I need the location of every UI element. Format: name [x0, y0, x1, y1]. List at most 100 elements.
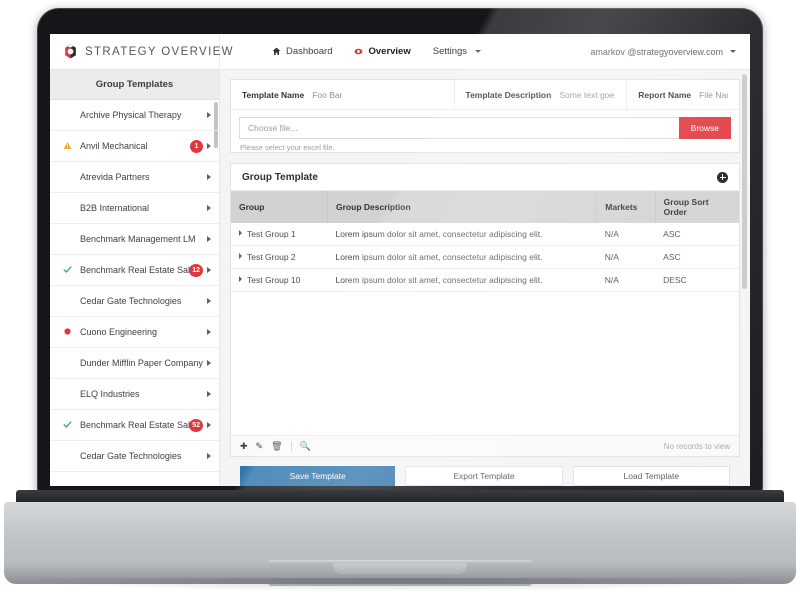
app-body: Group Templates Archive Physical Therapy…: [50, 70, 750, 486]
main-nav: Dashboard Overview Settings: [220, 46, 590, 57]
panel-header: Group Template: [231, 164, 739, 191]
panel-footer-toolbar: ✚ ✎ 🗑 🔍 No records to view: [231, 435, 739, 456]
strategy-overview-app: STRATEGY OVERVIEW Dashboard Overview Set…: [50, 34, 750, 486]
chevron-right-icon: [207, 391, 211, 397]
sidebar-item-label: Benchmark Real Estate Sales: [80, 420, 200, 430]
choose-file-input[interactable]: Choose file...: [239, 117, 679, 139]
column-header[interactable]: Group Description: [327, 191, 598, 223]
template-meta-card: Template Name Foo Bar Template Descripti…: [230, 79, 740, 153]
sidebar-item-label: ELQ Industries: [80, 389, 140, 399]
save-template-button[interactable]: Save Template: [240, 466, 396, 486]
delete-icon[interactable]: 🗑: [271, 441, 282, 451]
sidebar-item-label: Cedar Gate Technologies: [80, 296, 182, 306]
brand-logo[interactable]: STRATEGY OVERVIEW: [50, 34, 232, 69]
cell-group: Test Group 2: [231, 245, 328, 269]
sidebar-item[interactable]: Cedar Gate Technologies: [50, 441, 219, 472]
dot-icon: [354, 47, 363, 56]
cell-markets: N/A: [596, 268, 656, 292]
group-name: Test Group 1: [247, 229, 296, 239]
table-row[interactable]: Test Group 2 Lorem ipsum dolor sit amet, …: [231, 245, 739, 269]
hexagon-ring-logo-icon: [63, 44, 78, 59]
main-scrollbar[interactable]: [742, 74, 747, 289]
table-row[interactable]: Test Group 1 Lorem ipsum dolor sit amet, …: [231, 223, 739, 246]
field-value: Foo Bar: [312, 89, 343, 100]
field-label: Report Name: [638, 89, 692, 100]
cell-description: Lorem ipsum dolor sit amet, consectetur …: [327, 245, 597, 269]
home-icon: [272, 47, 281, 56]
laptop-front-notch: [333, 563, 467, 574]
nav-item-dashboard[interactable]: Dashboard: [272, 46, 332, 57]
expand-row-icon[interactable]: [239, 253, 242, 259]
chevron-right-icon: [207, 453, 211, 459]
cell-markets: N/A: [596, 223, 656, 246]
file-hint-text: Please select your excel file.: [240, 143, 335, 152]
chevron-right-icon: [207, 112, 211, 118]
field-report-name[interactable]: Report Name File Name: [627, 80, 739, 109]
table-row[interactable]: Test Group 10 Lorem ipsum dolor sit amet,…: [231, 268, 739, 292]
edit-icon[interactable]: ✎: [256, 441, 264, 451]
sidebar-item[interactable]: Benchmark Real Estate Sales 52: [50, 410, 219, 441]
main-inner: Template Name Foo Bar Template Descripti…: [220, 70, 750, 486]
sidebar-item[interactable]: Anvil Mechanical 1: [50, 131, 219, 162]
sidebar-header: Group Templates: [50, 70, 219, 100]
action-button-row: Save Template Export Template Load Templat…: [230, 457, 740, 486]
column-header[interactable]: Markets: [596, 191, 656, 223]
chevron-right-icon: [207, 360, 211, 366]
chevron-right-icon: [207, 329, 211, 335]
table-body[interactable]: Test Group 1 Lorem ipsum dolor sit amet, …: [231, 223, 739, 292]
sidebar-item-list[interactable]: Archive Physical Therapy Anvil Mechanical…: [50, 100, 219, 486]
cell-description: Lorem ipsum dolor sit amet, consectetur …: [327, 223, 597, 246]
browse-button[interactable]: Browse: [678, 117, 731, 139]
sidebar-item[interactable]: Archive Physical Therapy: [50, 100, 219, 131]
cell-group: Test Group 1: [231, 223, 328, 246]
expand-row-icon[interactable]: [239, 230, 242, 236]
sidebar-item-label: Dunder Mifflin Paper Company: [80, 358, 203, 368]
sidebar-item[interactable]: Dunder Mifflin Paper Company: [50, 348, 219, 379]
sidebar-item[interactable]: ELQ Industries: [50, 379, 219, 410]
field-template-description[interactable]: Template Description Some text goes up: [455, 80, 628, 109]
chevron-right-icon: [207, 174, 211, 180]
toolbar-divider: [290, 441, 292, 451]
table-header-row: Group Group Description Markets Group Sort …: [231, 191, 739, 223]
laptop-shadow: [0, 578, 800, 592]
nav-item-overview[interactable]: Overview: [354, 46, 411, 57]
sidebar-item[interactable]: B2B International: [50, 193, 219, 224]
sidebar-item[interactable]: Cuono Engineering: [50, 317, 219, 348]
column-header[interactable]: Group: [231, 191, 329, 223]
expand-row-icon[interactable]: [239, 276, 242, 282]
load-template-button[interactable]: Load Template: [572, 466, 730, 486]
cell-markets: N/A: [596, 245, 656, 269]
group-template-grid: Group Group Description Markets Group Sort …: [231, 191, 739, 435]
column-header[interactable]: Group Sort Order: [655, 191, 739, 223]
sidebar-item-badge: 12: [189, 263, 203, 277]
sidebar-item[interactable]: Cedar Gate Technologies: [50, 286, 219, 317]
sidebar-item[interactable]: Benchmark Management LM: [50, 224, 219, 255]
template-meta-row: Template Name Foo Bar Template Descripti…: [231, 80, 739, 110]
sidebar-item-label: Benchmark Management LM: [80, 234, 196, 244]
export-template-button[interactable]: Export Template: [405, 466, 563, 486]
field-template-name[interactable]: Template Name Foo Bar: [231, 80, 455, 109]
sidebar: Group Templates Archive Physical Therapy…: [50, 70, 220, 486]
user-menu[interactable]: amarkov @strategyoverview.com: [590, 47, 750, 57]
cell-group: Test Group 10: [231, 268, 328, 292]
cell-sort-order: DESC: [655, 268, 739, 292]
file-upload-row: Choose file... Browse: [231, 110, 739, 139]
check-icon: [60, 265, 74, 276]
cell-sort-order: ASC: [655, 245, 739, 269]
add-icon[interactable]: ✚: [240, 441, 248, 451]
group-table: Group Group Description Markets Group Sort …: [231, 191, 739, 292]
sidebar-item[interactable]: Benchmark Real Estate Sales 12: [50, 255, 219, 286]
chevron-right-icon: [207, 267, 211, 273]
main-content: Template Name Foo Bar Template Descripti…: [220, 70, 750, 486]
check-icon: [60, 420, 74, 431]
search-icon[interactable]: 🔍: [300, 441, 311, 451]
sidebar-item-badge: 52: [189, 418, 203, 432]
sidebar-item[interactable]: Atrevida Partners: [50, 162, 219, 193]
field-value: Some text goes up: [559, 89, 615, 100]
nav-label-dashboard: Dashboard: [286, 46, 333, 57]
sidebar-item-label: Atrevida Partners: [80, 172, 150, 182]
nav-item-settings[interactable]: Settings: [433, 46, 482, 57]
cell-description: Lorem ipsum dolor sit amet, consectetur …: [327, 268, 597, 292]
chevron-right-icon: [207, 236, 211, 242]
plus-circle-icon[interactable]: [717, 171, 728, 183]
